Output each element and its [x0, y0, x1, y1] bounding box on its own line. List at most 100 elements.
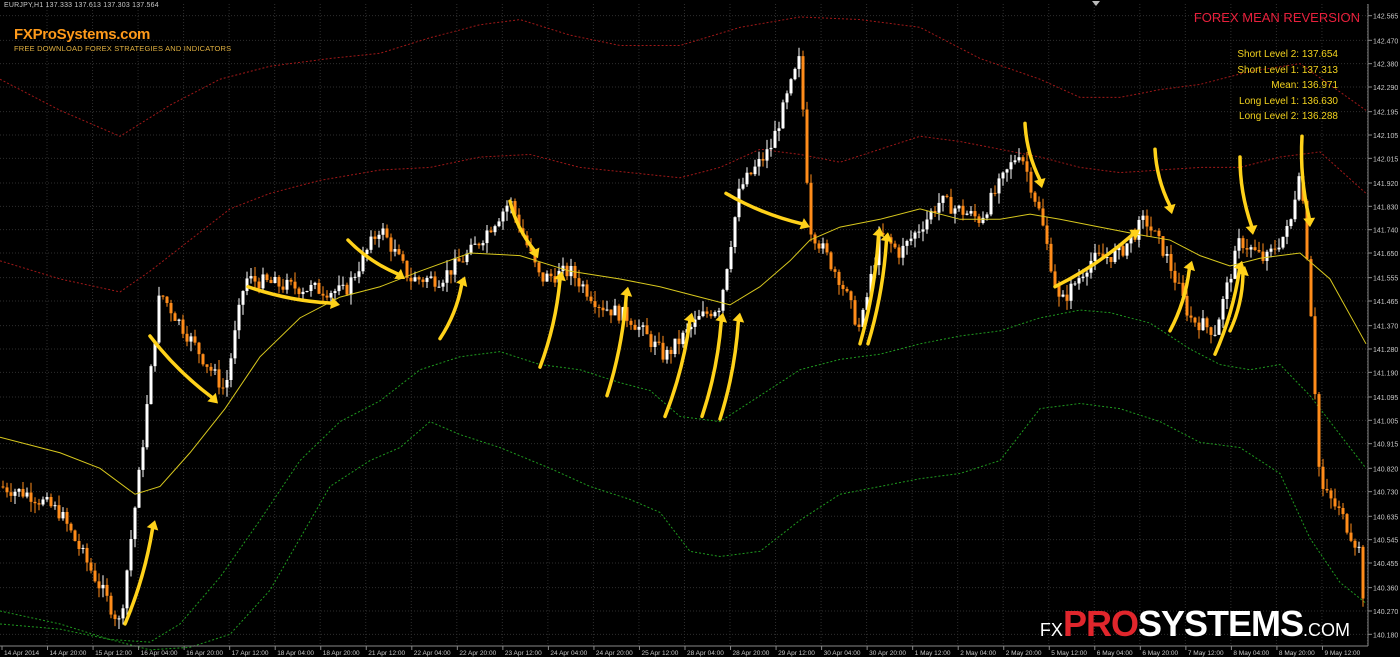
candle-body [477, 243, 481, 246]
candle-body [305, 290, 309, 292]
y-tick-label: 140.730 [1373, 490, 1398, 497]
candle-body [389, 237, 393, 252]
candle-body [421, 279, 425, 282]
candle-body [805, 109, 809, 183]
levels-panel: Short Level 2: 137.654 Short Level 1: 13… [1237, 47, 1338, 125]
x-tick-label: 22 Apr 04:00 [414, 650, 451, 657]
candle-body [1025, 161, 1029, 172]
candle-body [1029, 171, 1033, 193]
x-tick-label: 28 Apr 04:00 [687, 650, 724, 657]
candle-body [789, 79, 793, 94]
candle-body [1005, 169, 1009, 173]
candle-body [549, 273, 553, 277]
candle-body [1049, 243, 1053, 272]
candle-body [1213, 334, 1217, 336]
candle-body [1357, 546, 1361, 548]
candle-body [1045, 225, 1049, 244]
candle-body [321, 293, 325, 296]
candle-body [1281, 236, 1285, 248]
candle-body [29, 492, 33, 502]
candle-body [617, 305, 621, 321]
candle-body [269, 280, 273, 284]
x-tick-label: 14 Apr 20:00 [50, 650, 87, 657]
symbol-label: EURJPY,H1 137.333 137.613 137.303 137.56… [4, 2, 159, 9]
candle-body [401, 254, 405, 261]
x-tick-label: 5 May 12:00 [1051, 650, 1087, 657]
candle-body [1321, 466, 1325, 489]
watermark-logo: FXPROSYSTEMS.COM [1040, 603, 1350, 645]
candle-body [297, 288, 301, 295]
candle-body [797, 56, 801, 69]
candle-body [1293, 199, 1297, 220]
candle-body [489, 230, 493, 233]
candle-body [537, 262, 541, 273]
candle-body [397, 249, 401, 255]
candle-body [25, 492, 29, 497]
candle-body [409, 277, 413, 282]
logo-systems: SYSTEMS [1137, 603, 1304, 644]
candle-body [1065, 294, 1069, 301]
candle-body [601, 307, 605, 311]
indicator-title: FOREX MEAN REVERSION [1193, 10, 1360, 25]
candle-body [93, 570, 97, 582]
candle-body [369, 236, 373, 250]
candle-body [217, 369, 221, 388]
candle-body [245, 278, 249, 292]
candle-body [657, 341, 661, 343]
candle-body [1177, 282, 1181, 284]
candle-body [293, 281, 297, 289]
y-tick-label: 141.370 [1373, 324, 1398, 331]
candle-body [1325, 488, 1329, 491]
candle-body [1149, 226, 1153, 231]
candle-body [1185, 295, 1189, 316]
y-tick-label: 141.005 [1373, 418, 1398, 425]
candle-body [829, 252, 833, 270]
candle-body [1265, 251, 1269, 261]
long-level-1: Long Level 1: 136.630 [1239, 95, 1338, 107]
candle-body [661, 342, 665, 360]
candle-body [141, 447, 145, 470]
candle-body [1337, 506, 1341, 508]
candle-body [361, 254, 365, 272]
candle-body [257, 281, 261, 289]
candle-body [81, 547, 85, 549]
candle-body [1309, 259, 1313, 317]
candle-body [1069, 283, 1073, 301]
candle-body [165, 296, 169, 304]
candle-body [649, 334, 653, 347]
candle-body [453, 258, 457, 275]
x-tick-label: 1 May 12:00 [915, 650, 951, 657]
candle-body [1237, 238, 1241, 251]
candle-body [425, 277, 429, 282]
candle-body [41, 499, 45, 505]
candle-body [469, 244, 473, 254]
candle-body [833, 269, 837, 272]
candle-body [769, 147, 773, 150]
candle-body [969, 211, 973, 214]
candle-body [1289, 219, 1293, 227]
candle-body [505, 205, 509, 212]
candle-body [577, 278, 581, 287]
candle-body [677, 338, 681, 345]
candle-body [997, 178, 1001, 194]
candle-body [273, 276, 277, 284]
candle-body [85, 547, 89, 563]
candle-body [205, 364, 209, 367]
y-tick-label: 142.470 [1373, 38, 1398, 45]
candle-body [161, 295, 165, 297]
candle-body [893, 243, 897, 248]
candle-body [177, 319, 181, 321]
candle-body [49, 496, 53, 507]
candle-body [1109, 257, 1113, 262]
candle-body [193, 336, 197, 343]
candle-body [729, 247, 733, 270]
candle-body [593, 301, 597, 308]
candle-body [1193, 317, 1197, 323]
candle-body [757, 159, 761, 167]
candle-body [937, 202, 941, 213]
candle-body [349, 277, 353, 295]
x-tick-label: 6 May 20:00 [1142, 650, 1178, 657]
x-tick-label: 8 May 04:00 [1233, 650, 1269, 657]
candle-body [697, 316, 701, 320]
candle-body [261, 274, 265, 289]
